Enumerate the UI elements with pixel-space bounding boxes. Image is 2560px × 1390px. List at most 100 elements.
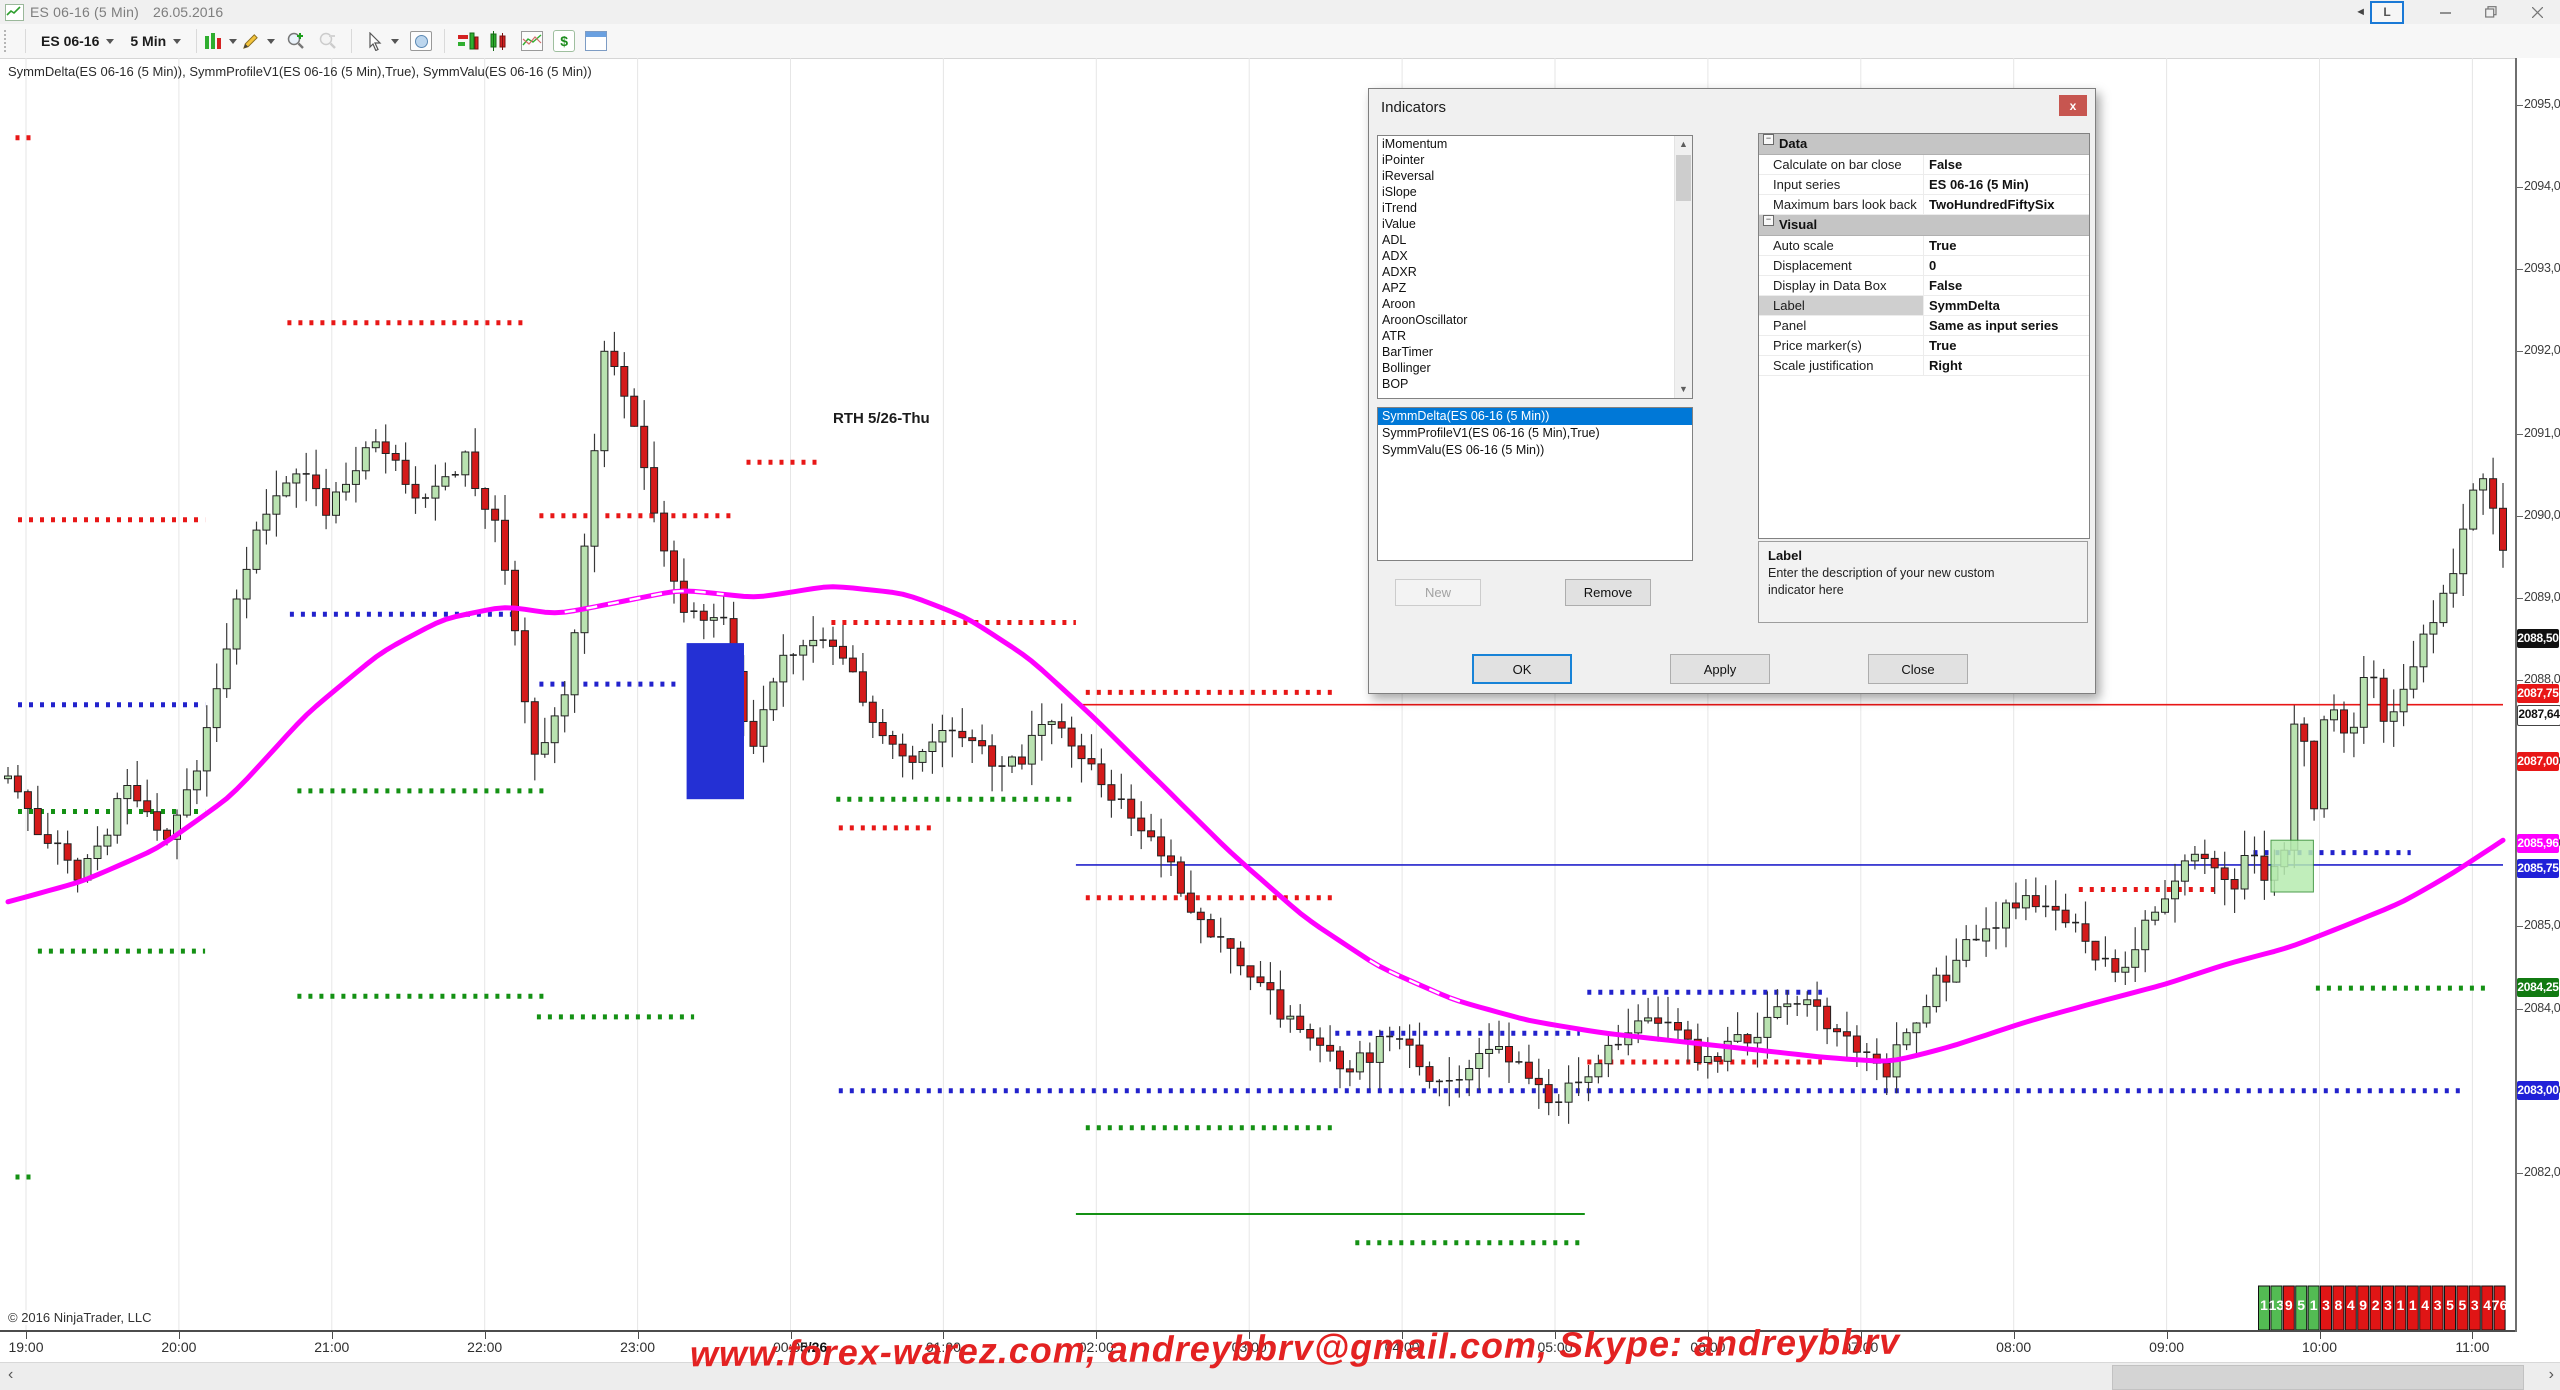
scroll-down-icon[interactable]: ▼ — [1675, 381, 1692, 398]
property-name[interactable]: Maximum bars look back — [1759, 195, 1924, 215]
close-button[interactable]: Close — [1868, 654, 1968, 684]
available-indicator-item[interactable]: iTrend — [1378, 200, 1692, 216]
available-indicator-item[interactable]: iReversal — [1378, 168, 1692, 184]
property-name[interactable]: Label — [1759, 296, 1924, 316]
property-row[interactable]: Display in Data BoxFalse — [1759, 276, 2089, 296]
zoom-in-icon[interactable] — [282, 28, 310, 54]
property-name[interactable]: Displacement — [1759, 256, 1924, 276]
price-marker-chip: 2083,00 — [2517, 1081, 2559, 1100]
price-chart-canvas[interactable]: 1139513849231143553476 — [0, 58, 2515, 1330]
minimize-button[interactable] — [2422, 0, 2468, 24]
property-row[interactable]: Calculate on bar closeFalse — [1759, 155, 2089, 175]
price-tick-label: 2085,00 — [2524, 918, 2560, 932]
property-row[interactable]: Scale justificationRight — [1759, 356, 2089, 376]
scroll-right-arrow-icon[interactable]: › — [2549, 1366, 2554, 1384]
property-group-header[interactable]: −Visual — [1759, 215, 2089, 236]
apply-button[interactable]: Apply — [1670, 654, 1770, 684]
price-axis[interactable]: 2095,002094,002093,002092,002091,002090,… — [2515, 58, 2560, 1332]
available-indicator-item[interactable]: ADL — [1378, 232, 1692, 248]
svg-text:76: 76 — [2492, 1297, 2508, 1313]
link-button[interactable]: L — [2370, 1, 2404, 24]
property-value[interactable]: False — [1924, 155, 2089, 175]
available-indicator-item[interactable]: Aroon — [1378, 296, 1692, 312]
indicator-panel-icon[interactable] — [454, 28, 482, 54]
configured-indicator-item[interactable]: SymmProfileV1(ES 06-16 (5 Min),True) — [1378, 425, 1692, 442]
time-tick — [485, 1332, 486, 1339]
toolbar-grip[interactable] — [4, 30, 11, 52]
property-value[interactable]: ES 06-16 (5 Min) — [1924, 175, 2089, 195]
cursor-pointer-icon[interactable] — [361, 28, 403, 54]
properties-window-icon[interactable] — [582, 28, 610, 54]
available-indicator-item[interactable]: AroonOscillator — [1378, 312, 1692, 328]
scrollbar-thumb[interactable] — [2112, 1365, 2524, 1390]
property-row[interactable]: LabelSymmDelta — [1759, 296, 2089, 316]
session-label: RTH 5/26-Thu — [833, 410, 930, 427]
available-indicator-item[interactable]: APZ — [1378, 280, 1692, 296]
available-indicator-item[interactable]: BarTimer — [1378, 344, 1692, 360]
available-indicator-item[interactable]: iMomentum — [1378, 136, 1692, 152]
list-scrollbar[interactable]: ▲ ▼ — [1674, 136, 1692, 398]
indicator-properties-grid[interactable]: −DataCalculate on bar closeFalseInput se… — [1758, 133, 2090, 539]
account-dollar-icon[interactable]: $ — [550, 28, 578, 54]
scroll-left-arrow-icon[interactable]: ‹ — [8, 1366, 13, 1384]
property-value[interactable]: SymmDelta — [1924, 296, 2089, 316]
property-name[interactable]: Calculate on bar close — [1759, 155, 1924, 175]
configured-indicators-list[interactable]: SymmDelta(ES 06-16 (5 Min))SymmProfileV1… — [1377, 407, 1693, 561]
property-value[interactable]: Same as input series — [1924, 316, 2089, 336]
price-tick-label: 2095,00 — [2524, 97, 2560, 111]
instrument-dropdown[interactable]: ES 06-16 — [33, 30, 122, 52]
property-group-header[interactable]: −Data — [1759, 134, 2089, 155]
dialog-close-icon[interactable]: x — [2059, 95, 2087, 116]
available-indicator-item[interactable]: BOP — [1378, 376, 1692, 392]
property-row[interactable]: PanelSame as input series — [1759, 316, 2089, 336]
available-indicator-item[interactable]: ATR — [1378, 328, 1692, 344]
svg-text:4: 4 — [2483, 1297, 2491, 1313]
property-name[interactable]: Auto scale — [1759, 236, 1924, 256]
ok-button[interactable]: OK — [1472, 654, 1572, 684]
property-value[interactable]: False — [1924, 276, 2089, 296]
collapse-icon[interactable]: − — [1763, 134, 1774, 145]
available-indicator-item[interactable]: ADX — [1378, 248, 1692, 264]
collapse-icon[interactable]: − — [1763, 215, 1774, 226]
property-row[interactable]: Auto scaleTrue — [1759, 236, 2089, 256]
configured-indicator-item[interactable]: SymmValu(ES 06-16 (5 Min)) — [1378, 442, 1692, 459]
property-row[interactable]: Maximum bars look backTwoHundredFiftySix — [1759, 195, 2089, 215]
scroll-up-icon[interactable]: ▲ — [1675, 136, 1692, 153]
available-indicator-item[interactable]: iSlope — [1378, 184, 1692, 200]
property-row[interactable]: Displacement0 — [1759, 256, 2089, 276]
property-value[interactable]: True — [1924, 336, 2089, 356]
instrument-label: ES 06-16 — [41, 33, 99, 49]
available-indicator-item[interactable]: ADXR — [1378, 264, 1692, 280]
property-value[interactable]: True — [1924, 236, 2089, 256]
property-value[interactable]: 0 — [1924, 256, 2089, 276]
pin-arrow-icon[interactable]: ◄ — [2355, 6, 2366, 18]
property-name[interactable]: Scale justification — [1759, 356, 1924, 376]
property-value[interactable]: TwoHundredFiftySix — [1924, 195, 2089, 215]
drawing-pencil-icon[interactable] — [238, 28, 278, 54]
available-indicators-list[interactable]: iMomentumiPointeriReversaliSlopeiTrendiV… — [1377, 135, 1693, 399]
property-name[interactable]: Display in Data Box — [1759, 276, 1924, 296]
chart-snapshot-icon[interactable] — [407, 28, 435, 54]
available-indicator-item[interactable]: iPointer — [1378, 152, 1692, 168]
available-indicator-item[interactable]: iValue — [1378, 216, 1692, 232]
property-name[interactable]: Price marker(s) — [1759, 336, 1924, 356]
available-indicator-item[interactable]: Bollinger — [1378, 360, 1692, 376]
separator — [444, 29, 445, 53]
market-analyzer-icon[interactable] — [518, 28, 546, 54]
close-button[interactable] — [2514, 0, 2560, 24]
restore-button[interactable] — [2468, 0, 2514, 24]
interval-dropdown[interactable]: 5 Min — [122, 30, 189, 52]
remove-button[interactable]: Remove — [1565, 579, 1651, 606]
chart-trader-icon[interactable] — [486, 28, 514, 54]
property-row[interactable]: Input seriesES 06-16 (5 Min) — [1759, 175, 2089, 195]
list-scrollbar-thumb[interactable] — [1676, 155, 1691, 201]
chart-style-icon[interactable] — [206, 28, 234, 54]
time-tick-label: 20:00 — [151, 1339, 207, 1355]
property-name[interactable]: Input series — [1759, 175, 1924, 195]
time-tick — [2472, 1332, 2473, 1339]
configured-indicator-item[interactable]: SymmDelta(ES 06-16 (5 Min)) — [1378, 408, 1692, 425]
price-tick — [2517, 269, 2523, 270]
property-row[interactable]: Price marker(s)True — [1759, 336, 2089, 356]
property-name[interactable]: Panel — [1759, 316, 1924, 336]
property-value[interactable]: Right — [1924, 356, 2089, 376]
